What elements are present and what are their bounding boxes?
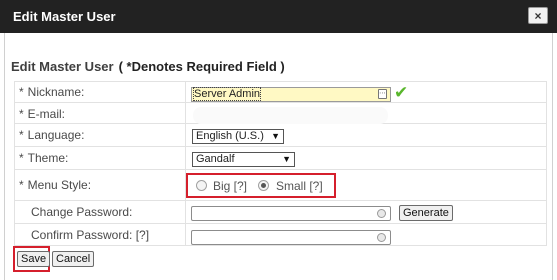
theme-label: Theme:: [27, 151, 69, 165]
change-password-label: Change Password:: [31, 205, 133, 219]
dropdown-arrow-icon: ▼: [282, 154, 291, 164]
close-button[interactable]: ×: [528, 7, 548, 24]
required-star: *: [19, 128, 24, 142]
change-password-input[interactable]: [191, 206, 391, 221]
menu-style-big-radio[interactable]: [196, 180, 207, 191]
required-star: *: [19, 85, 24, 99]
menu-style-small-label[interactable]: Small [?]: [276, 179, 323, 193]
menu-style-small-radio[interactable]: [258, 180, 269, 191]
required-star: *: [19, 107, 24, 121]
nickname-label: Nickname:: [27, 85, 85, 99]
theme-value: Gandalf: [196, 153, 235, 165]
save-button[interactable]: Save: [17, 251, 51, 267]
password-manager-icon[interactable]: [377, 233, 386, 242]
close-icon: ×: [534, 8, 542, 23]
theme-select[interactable]: Gandalf ▼: [192, 152, 295, 167]
dropdown-arrow-icon: ▼: [271, 131, 280, 141]
valid-check-icon: ✔: [394, 83, 409, 102]
confirm-password-input[interactable]: [191, 230, 391, 245]
required-star: *: [19, 178, 24, 192]
language-label: Language:: [27, 128, 85, 142]
email-field[interactable]: [193, 107, 388, 124]
nickname-input[interactable]: Server Admin ⋯: [191, 87, 391, 102]
password-manager-icon[interactable]: ⋯: [378, 89, 387, 99]
required-field-note: ( *Denotes Required Field ): [118, 59, 285, 74]
form-heading: Edit Master User( *Denotes Required Fiel…: [11, 59, 285, 74]
menu-style-big-label[interactable]: Big [?]: [213, 179, 247, 193]
email-label: E-mail:: [27, 107, 66, 121]
nickname-value: Server Admin: [192, 87, 262, 101]
language-select[interactable]: English (U.S.) ▼: [192, 129, 284, 144]
dialog-title: Edit Master User: [13, 9, 116, 24]
password-manager-icon[interactable]: [377, 209, 386, 218]
cancel-button[interactable]: Cancel: [52, 251, 95, 267]
required-star: *: [19, 151, 24, 165]
generate-button[interactable]: Generate: [399, 205, 453, 221]
confirm-password-label: Confirm Password: [?]: [31, 228, 150, 242]
menu-style-label: Menu Style:: [27, 178, 92, 192]
language-value: English (U.S.): [196, 130, 264, 142]
dialog-title-bar: Edit Master User ×: [0, 0, 557, 33]
